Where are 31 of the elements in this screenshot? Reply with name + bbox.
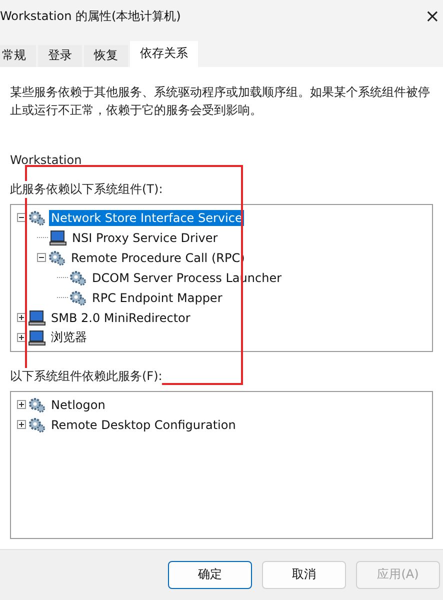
gear-icon <box>48 250 66 266</box>
dialog-button[interactable]: 确定 <box>168 560 252 589</box>
tree-item[interactable]: NSI Proxy Service Driver <box>70 230 220 246</box>
service-name: Workstation <box>10 152 83 167</box>
expand-icon[interactable] <box>17 420 26 430</box>
expand-icon[interactable] <box>17 400 26 410</box>
gear-icon <box>28 396 46 413</box>
tab[interactable]: 依存关系 <box>130 40 198 67</box>
tree-item[interactable]: Remote Desktop Configuration <box>49 416 238 433</box>
tab[interactable]: 常规 <box>0 44 36 67</box>
tree-item[interactable]: 浏览器 <box>49 328 89 348</box>
dialog-button[interactable]: 取消 <box>262 560 346 589</box>
tree-item[interactable]: Network Store Interface Service <box>49 210 244 226</box>
description-text: 某些服务依赖于其他服务、系统驱动程序或加载顺序组。如果某个系统组件被停止或运行不正常，依赖于它的服务会受到影响。 <box>10 84 431 119</box>
gear-icon <box>28 210 46 226</box>
tree-item[interactable]: Netlogon <box>49 396 108 413</box>
computer-icon <box>28 330 46 346</box>
computer-icon <box>28 310 46 326</box>
depends-on-label: 此服务依赖以下系统组件(T): <box>10 180 163 198</box>
gear-icon <box>28 416 46 433</box>
tree-item[interactable]: RPC Endpoint Mapper <box>90 290 224 306</box>
gear-icon <box>69 270 87 286</box>
computer-icon <box>49 230 67 246</box>
tree-item[interactable]: SMB 2.0 MiniRedirector <box>49 310 192 326</box>
gear-icon <box>69 290 87 306</box>
tab[interactable]: 登录 <box>38 44 82 67</box>
dependents-label: 以下系统组件依赖此服务(F): <box>10 368 162 385</box>
close-button[interactable]: × <box>422 6 442 28</box>
window-title: Workstation 的属性(本地计算机) <box>0 8 181 26</box>
collapse-icon[interactable] <box>37 253 46 262</box>
tab[interactable]: 恢复 <box>84 44 128 67</box>
